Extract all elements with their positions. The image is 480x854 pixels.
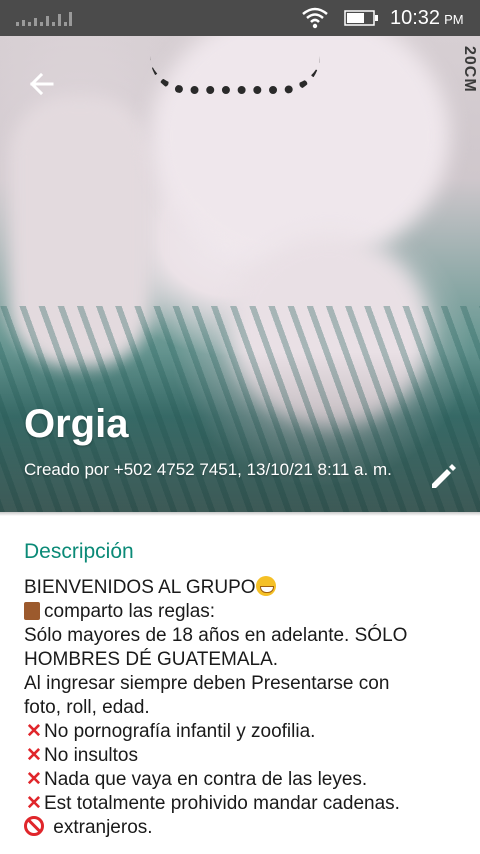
signal-icon	[16, 12, 72, 26]
description-section[interactable]: Descripción BIENVENIDOS AL GRUPO compart…	[0, 516, 480, 854]
description-line: Al ingresar siempre deben Presentarse co…	[24, 672, 468, 696]
description-line: ✕ Nada que vaya en contra de las leyes.	[24, 768, 468, 792]
clock-time: 10:32	[390, 7, 441, 29]
description-line: ✕ No insultos	[24, 744, 468, 768]
description-text: No pornografía infantil y zoofilia.	[44, 721, 316, 742]
x-emoji-icon: ✕	[26, 745, 42, 766]
status-time: 10:32 PM	[390, 7, 464, 30]
photo-watermark: 20CM	[461, 46, 478, 93]
back-arrow-icon[interactable]	[22, 64, 62, 104]
x-emoji-icon: ✕	[26, 793, 42, 814]
description-line: ✕ No pornografía infantil y zoofilia.	[24, 720, 468, 744]
description-text: Est totalmente prohivido mandar cadenas.	[44, 793, 400, 814]
description-line: ✕ Est totalmente prohivido mandar cadenas…	[24, 792, 468, 816]
edit-pencil-icon[interactable]	[424, 456, 464, 496]
description-line: HOMBRES DÉ GUATEMALA.	[24, 648, 468, 672]
description-text: Nada que vaya en contra de las leyes.	[44, 769, 368, 790]
group-photo-header[interactable]: 20CM Orgia Creado por +502 4752 7451, 13…	[0, 36, 480, 512]
x-emoji-icon: ✕	[26, 721, 42, 742]
photo-region	[150, 56, 320, 94]
description-text: HOMBRES DÉ GUATEMALA.	[24, 649, 279, 670]
description-line: foto, roll, edad.	[24, 696, 468, 720]
no-entry-emoji-icon	[24, 816, 44, 836]
wifi-icon	[302, 7, 328, 29]
status-bar: 10:32 PM	[0, 0, 480, 36]
x-emoji-icon: ✕	[26, 769, 42, 790]
description-line: Sólo mayores de 18 años en adelante. SÓL…	[24, 624, 468, 648]
description-line: extranjeros.	[24, 816, 468, 840]
description-text: No insultos	[44, 745, 138, 766]
description-text: comparto las reglas:	[44, 601, 216, 622]
group-name: Orgia	[24, 402, 129, 446]
clock-ampm: PM	[444, 12, 464, 27]
grin-emoji-icon	[255, 576, 276, 596]
description-text: BIENVENIDOS AL GRUPO	[24, 577, 256, 598]
description-text: extranjeros.	[48, 817, 153, 838]
battery-icon	[344, 10, 378, 26]
scroll-emoji-icon	[24, 602, 40, 620]
description-text: Sólo mayores de 18 años en adelante. SÓL…	[24, 625, 408, 646]
description-title: Descripción	[24, 540, 134, 563]
description-text: foto, roll, edad.	[24, 697, 150, 718]
description-line: BIENVENIDOS AL GRUPO	[24, 576, 468, 600]
description-text: Al ingresar siempre deben Presentarse co…	[24, 673, 390, 694]
group-created-by: Creado por +502 4752 7451, 13/10/21 8:11…	[24, 460, 392, 479]
description-line: comparto las reglas:	[24, 600, 468, 624]
description-body: BIENVENIDOS AL GRUPO comparto las reglas…	[24, 576, 468, 840]
